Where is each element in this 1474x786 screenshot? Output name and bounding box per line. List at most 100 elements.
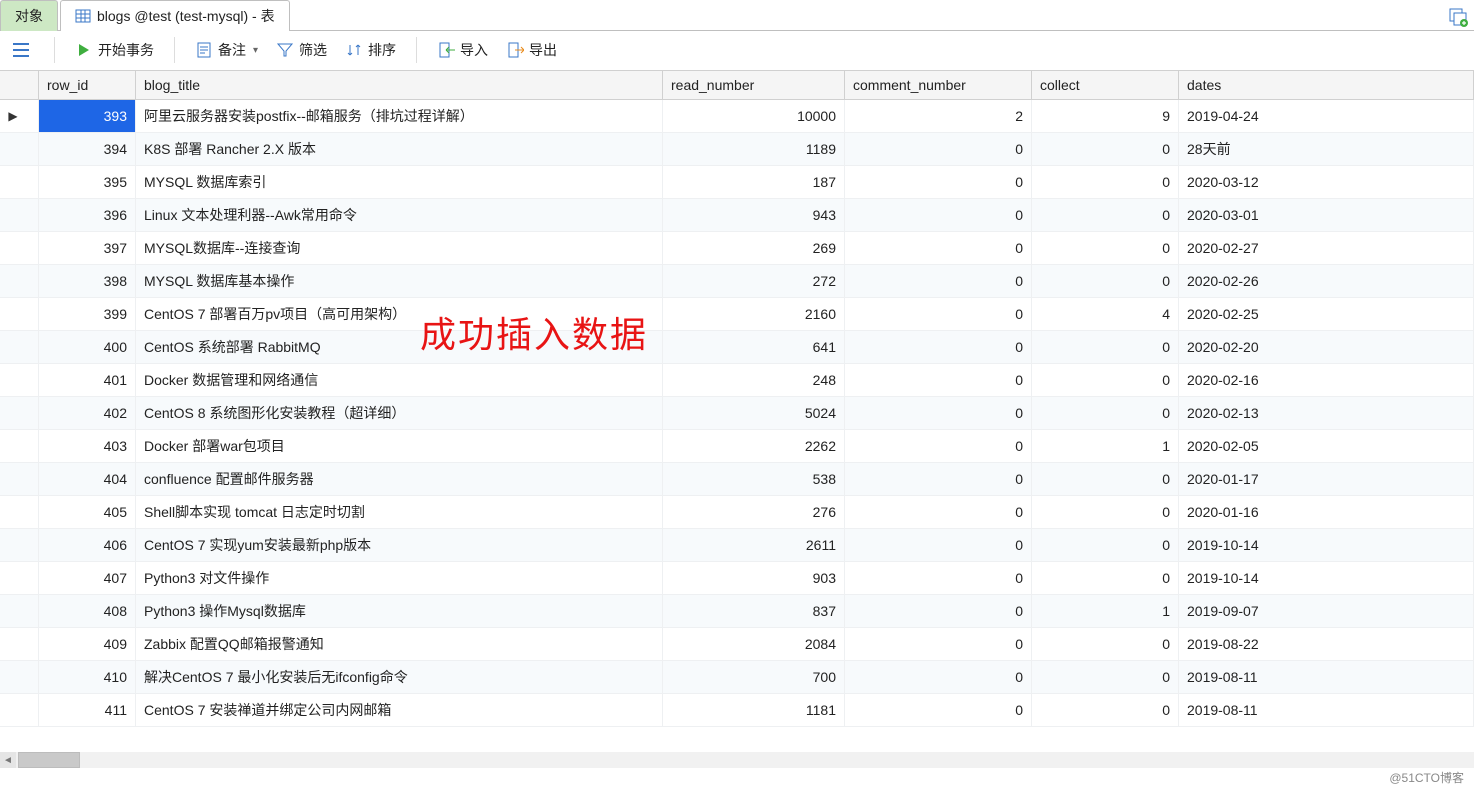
cell-blog-title[interactable]: K8S 部署 Rancher 2.X 版本 — [136, 133, 663, 165]
cell-dates[interactable]: 2019-10-14 — [1179, 529, 1474, 561]
cell-blog-title[interactable]: CentOS 8 系统图形化安装教程（超详细） — [136, 397, 663, 429]
cell-blog-title[interactable]: CentOS 系统部署 RabbitMQ — [136, 331, 663, 363]
column-dates[interactable]: dates — [1179, 71, 1474, 99]
cell-comment-number[interactable]: 0 — [845, 595, 1032, 627]
cell-dates[interactable]: 2020-02-13 — [1179, 397, 1474, 429]
cell-row-id[interactable]: 407 — [39, 562, 136, 594]
cell-blog-title[interactable]: MYSQL 数据库索引 — [136, 166, 663, 198]
cell-blog-title[interactable]: Linux 文本处理利器--Awk常用命令 — [136, 199, 663, 231]
cell-collect[interactable]: 0 — [1032, 661, 1179, 693]
table-row[interactable]: 411CentOS 7 安装禅道并绑定公司内网邮箱1181002019-08-1… — [0, 694, 1474, 727]
note-button[interactable]: 备注 ▾ — [189, 37, 264, 63]
cell-blog-title[interactable]: CentOS 7 部署百万pv项目（高可用架构） — [136, 298, 663, 330]
cell-row-id[interactable]: 404 — [39, 463, 136, 495]
cell-collect[interactable]: 0 — [1032, 133, 1179, 165]
scroll-thumb[interactable] — [18, 752, 80, 768]
column-collect[interactable]: collect — [1032, 71, 1179, 99]
cell-comment-number[interactable]: 0 — [845, 661, 1032, 693]
horizontal-scrollbar[interactable]: ◄ — [0, 752, 1474, 768]
cell-blog-title[interactable]: Python3 对文件操作 — [136, 562, 663, 594]
tab-blogs[interactable]: blogs @test (test-mysql) - 表 — [60, 0, 290, 31]
cell-dates[interactable]: 2020-02-16 — [1179, 364, 1474, 396]
cell-collect[interactable]: 4 — [1032, 298, 1179, 330]
filter-button[interactable]: 筛选 — [270, 37, 333, 63]
cell-comment-number[interactable]: 0 — [845, 265, 1032, 297]
cell-dates[interactable]: 2020-02-20 — [1179, 331, 1474, 363]
cell-dates[interactable]: 2020-01-16 — [1179, 496, 1474, 528]
cell-read-number[interactable]: 10000 — [663, 100, 845, 132]
cell-collect[interactable]: 9 — [1032, 100, 1179, 132]
cell-comment-number[interactable]: 2 — [845, 100, 1032, 132]
cell-collect[interactable]: 1 — [1032, 430, 1179, 462]
table-row[interactable]: 398MYSQL 数据库基本操作272002020-02-26 — [0, 265, 1474, 298]
cell-collect[interactable]: 0 — [1032, 529, 1179, 561]
cell-row-id[interactable]: 397 — [39, 232, 136, 264]
cell-row-id[interactable]: 394 — [39, 133, 136, 165]
cell-read-number[interactable]: 276 — [663, 496, 845, 528]
table-row[interactable]: ▶393阿里云服务器安装postfix--邮箱服务（排坑过程详解）1000029… — [0, 100, 1474, 133]
cell-row-id[interactable]: 410 — [39, 661, 136, 693]
tab-object[interactable]: 对象 — [0, 0, 58, 31]
table-row[interactable]: 394K8S 部署 Rancher 2.X 版本11890028天前 — [0, 133, 1474, 166]
cell-read-number[interactable]: 2262 — [663, 430, 845, 462]
cell-comment-number[interactable]: 0 — [845, 133, 1032, 165]
cell-dates[interactable]: 2019-09-07 — [1179, 595, 1474, 627]
cell-read-number[interactable]: 837 — [663, 595, 845, 627]
table-row[interactable]: 399CentOS 7 部署百万pv项目（高可用架构）2160042020-02… — [0, 298, 1474, 331]
cell-read-number[interactable]: 903 — [663, 562, 845, 594]
cell-read-number[interactable]: 2084 — [663, 628, 845, 660]
cell-row-id[interactable]: 411 — [39, 694, 136, 726]
cell-read-number[interactable]: 2611 — [663, 529, 845, 561]
table-row[interactable]: 397MYSQL数据库--连接查询269002020-02-27 — [0, 232, 1474, 265]
cell-comment-number[interactable]: 0 — [845, 232, 1032, 264]
cell-read-number[interactable]: 248 — [663, 364, 845, 396]
cell-dates[interactable]: 2020-02-27 — [1179, 232, 1474, 264]
cell-comment-number[interactable]: 0 — [845, 562, 1032, 594]
cell-row-id[interactable]: 398 — [39, 265, 136, 297]
cell-collect[interactable]: 0 — [1032, 397, 1179, 429]
cell-blog-title[interactable]: CentOS 7 实现yum安装最新php版本 — [136, 529, 663, 561]
cell-blog-title[interactable]: Zabbix 配置QQ邮箱报警通知 — [136, 628, 663, 660]
cell-row-id[interactable]: 400 — [39, 331, 136, 363]
cell-collect[interactable]: 0 — [1032, 496, 1179, 528]
cell-comment-number[interactable]: 0 — [845, 298, 1032, 330]
cell-read-number[interactable]: 5024 — [663, 397, 845, 429]
cell-blog-title[interactable]: MYSQL 数据库基本操作 — [136, 265, 663, 297]
cell-collect[interactable]: 0 — [1032, 364, 1179, 396]
table-row[interactable]: 395MYSQL 数据库索引187002020-03-12 — [0, 166, 1474, 199]
cell-dates[interactable]: 2019-10-14 — [1179, 562, 1474, 594]
cell-blog-title[interactable]: 阿里云服务器安装postfix--邮箱服务（排坑过程详解） — [136, 100, 663, 132]
column-comment-number[interactable]: comment_number — [845, 71, 1032, 99]
cell-read-number[interactable]: 2160 — [663, 298, 845, 330]
cell-blog-title[interactable]: Docker 部署war包项目 — [136, 430, 663, 462]
cell-dates[interactable]: 2019-08-22 — [1179, 628, 1474, 660]
cell-collect[interactable]: 0 — [1032, 265, 1179, 297]
column-read-number[interactable]: read_number — [663, 71, 845, 99]
cell-collect[interactable]: 0 — [1032, 628, 1179, 660]
cell-blog-title[interactable]: CentOS 7 安装禅道并绑定公司内网邮箱 — [136, 694, 663, 726]
cell-read-number[interactable]: 187 — [663, 166, 845, 198]
cell-blog-title[interactable]: Python3 操作Mysql数据库 — [136, 595, 663, 627]
cell-comment-number[interactable]: 0 — [845, 199, 1032, 231]
import-button[interactable]: 导入 — [431, 37, 494, 63]
table-row[interactable]: 396Linux 文本处理利器--Awk常用命令943002020-03-01 — [0, 199, 1474, 232]
cell-row-id[interactable]: 406 — [39, 529, 136, 561]
cell-row-id[interactable]: 399 — [39, 298, 136, 330]
table-row[interactable]: 408Python3 操作Mysql数据库837012019-09-07 — [0, 595, 1474, 628]
cell-comment-number[interactable]: 0 — [845, 463, 1032, 495]
cell-comment-number[interactable]: 0 — [845, 331, 1032, 363]
scroll-left-icon[interactable]: ◄ — [0, 752, 16, 768]
export-button[interactable]: 导出 — [500, 37, 563, 63]
cell-row-id[interactable]: 401 — [39, 364, 136, 396]
cell-blog-title[interactable]: MYSQL数据库--连接查询 — [136, 232, 663, 264]
cell-read-number[interactable]: 700 — [663, 661, 845, 693]
cell-row-id[interactable]: 403 — [39, 430, 136, 462]
cell-read-number[interactable]: 943 — [663, 199, 845, 231]
cell-row-id[interactable]: 396 — [39, 199, 136, 231]
table-row[interactable]: 405Shell脚本实现 tomcat 日志定时切割276002020-01-1… — [0, 496, 1474, 529]
cell-blog-title[interactable]: Shell脚本实现 tomcat 日志定时切割 — [136, 496, 663, 528]
column-row-id[interactable]: row_id — [39, 71, 136, 99]
cell-dates[interactable]: 2019-08-11 — [1179, 661, 1474, 693]
cell-row-id[interactable]: 405 — [39, 496, 136, 528]
cell-blog-title[interactable]: Docker 数据管理和网络通信 — [136, 364, 663, 396]
